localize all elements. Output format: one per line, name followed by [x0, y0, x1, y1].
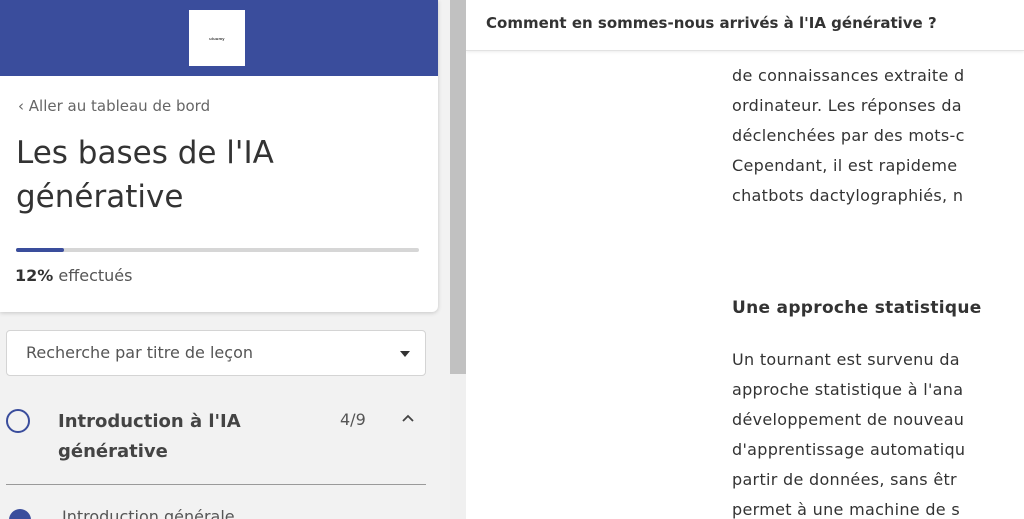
progress-text: 12% effectués — [15, 266, 132, 285]
section-count: 4/9 — [340, 410, 366, 429]
article-line: déclenchées par des mots-c — [732, 126, 965, 145]
caret-down-icon — [400, 351, 410, 357]
article-line: Cependant, il est rapideme — [732, 156, 958, 175]
chevron-up-icon[interactable] — [400, 412, 416, 424]
brand-bar: uluumy — [0, 0, 438, 76]
lesson-title: Introduction générale — [62, 507, 235, 519]
lesson-title-header: Comment en sommes-nous arrivés à l'IA gé… — [486, 14, 937, 32]
section-title: Introduction à l'IA générative — [58, 411, 241, 462]
progress-bar — [16, 248, 419, 252]
sidebar-scrollbar[interactable] — [450, 0, 466, 519]
logo: uluumy — [189, 10, 245, 66]
main-content: Comment en sommes-nous arrivés à l'IA gé… — [466, 0, 1024, 519]
progress-fill — [16, 248, 65, 252]
section-divider — [6, 484, 426, 485]
section-introduction[interactable]: Introduction à l'IA générative 4/9 — [0, 398, 438, 478]
back-to-dashboard-link[interactable]: ‹ Aller au tableau de bord — [18, 97, 210, 115]
logo-text: uluumy — [209, 35, 225, 41]
article-line: permet à une machine de s — [732, 500, 960, 519]
article-line: Un tournant est survenu da — [732, 350, 960, 369]
lesson-search-select[interactable]: Recherche par titre de leçon — [6, 330, 426, 376]
circle-outline-icon — [6, 409, 30, 433]
lesson-item[interactable]: Introduction générale — [0, 500, 438, 519]
article-line: chatbots dactylographiés, n — [732, 186, 964, 205]
article-line: partir de données, sans êtr — [732, 470, 957, 489]
article-line: d'apprentissage automatiqu — [732, 440, 966, 459]
article-line: développement de nouveau — [732, 410, 965, 429]
article-line: ordinateur. Les réponses da — [732, 96, 962, 115]
lesson-search-placeholder: Recherche par titre de leçon — [26, 343, 253, 362]
progress-suffix: effectués — [53, 266, 133, 285]
check-circle-icon — [9, 509, 31, 519]
lesson-header: Comment en sommes-nous arrivés à l'IA gé… — [466, 0, 1024, 51]
course-card: uluumy ‹ Aller au tableau de bord Les ba… — [0, 0, 438, 312]
article-line: approche statistique à l'ana — [732, 380, 964, 399]
scrollbar-thumb[interactable] — [450, 0, 466, 374]
article-line: de connaissances extraite d — [732, 66, 965, 85]
course-title: Les bases de l'IA générative — [16, 135, 274, 215]
progress-percent: 12% — [15, 266, 54, 285]
sidebar: uluumy ‹ Aller au tableau de bord Les ba… — [0, 0, 450, 519]
article-subheading: Une approche statistique — [732, 298, 982, 318]
